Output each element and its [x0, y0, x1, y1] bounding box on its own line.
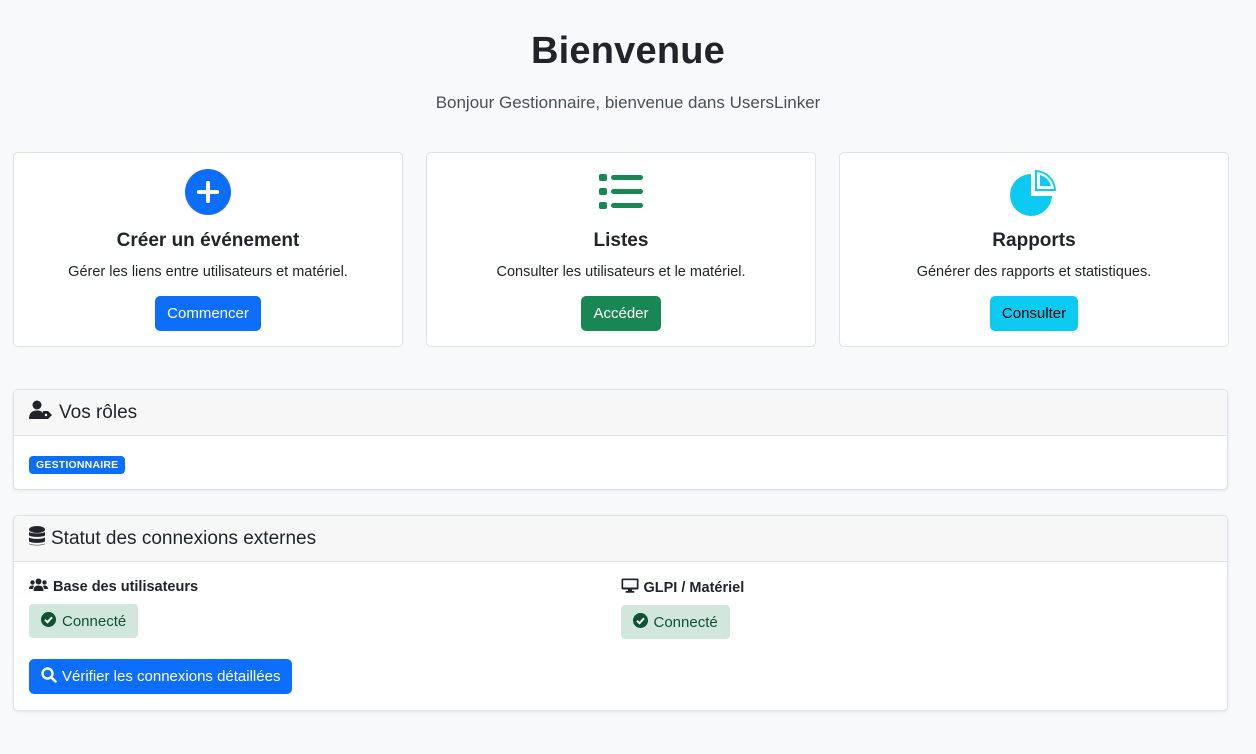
- card-title: Créer un événement: [116, 230, 300, 251]
- roles-panel: Vos rôles GESTIONNAIRE: [13, 389, 1228, 490]
- check-circle-icon: [41, 611, 56, 631]
- users-db-label-row: Base des utilisateurs: [29, 578, 621, 596]
- consult-button[interactable]: Consulter: [989, 296, 1079, 331]
- card-text: Générer des rapports et statistiques.: [916, 264, 1152, 280]
- page-title: Bienvenue: [531, 30, 725, 72]
- users-icon: [29, 578, 48, 596]
- status-columns: Base des utilisateurs Connecté GLPI / Ma…: [14, 562, 1227, 639]
- glpi-status: GLPI / Matériel Connecté: [620, 578, 1213, 639]
- database-icon: [29, 526, 45, 551]
- page-subtitle: Bonjour Gestionnaire, bienvenue dans Use…: [435, 93, 821, 112]
- roles-body: GESTIONNAIRE: [14, 436, 1227, 493]
- card-reports: Rapports Générer des rapports et statist…: [839, 152, 1229, 347]
- action-cards: Créer un événement Gérer les liens entre…: [13, 152, 1229, 347]
- list-icon: [427, 167, 815, 217]
- user-tag-icon: [29, 400, 53, 425]
- search-icon: [41, 666, 57, 687]
- verify-connections-label: Vérifier les connexions détaillées: [62, 668, 281, 685]
- card-create-event: Créer un événement Gérer les liens entre…: [13, 152, 403, 347]
- access-button[interactable]: Accéder: [581, 296, 661, 331]
- card-lists: Listes Consulter les utilisateurs et le …: [426, 152, 816, 347]
- plus-circle-icon: [14, 167, 402, 217]
- glpi-label-row: GLPI / Matériel: [621, 578, 1213, 597]
- users-db-label: Base des utilisateurs: [53, 579, 199, 595]
- desktop-icon: [621, 578, 639, 597]
- roles-panel-header: Vos rôles: [14, 390, 1227, 436]
- start-button[interactable]: Commencer: [155, 296, 261, 331]
- users-db-status-text: Connecté: [62, 612, 127, 630]
- glpi-label: GLPI / Matériel: [643, 579, 745, 596]
- status-panel-header: Statut des connexions externes: [14, 516, 1227, 562]
- roles-title: Vos rôles: [59, 401, 138, 423]
- status-title: Statut des connexions externes: [51, 527, 317, 549]
- glpi-status-text: Connecté: [653, 613, 718, 631]
- welcome-header: Bienvenue Bonjour Gestionnaire, bienvenu…: [0, 0, 1256, 113]
- role-badge: GESTIONNAIRE: [29, 456, 126, 474]
- users-db-status: Base des utilisateurs Connecté: [29, 578, 621, 639]
- card-text: Gérer les liens entre utilisateurs et ma…: [68, 264, 348, 280]
- users-db-connected-badge: Connecté: [29, 604, 139, 638]
- card-title: Rapports: [992, 230, 1076, 251]
- verify-connections-button[interactable]: Vérifier les connexions détaillées: [29, 659, 293, 694]
- pie-chart-icon: [840, 167, 1228, 217]
- card-text: Consulter les utilisateurs et le matérie…: [496, 264, 746, 280]
- connections-status-panel: Statut des connexions externes Base des …: [13, 515, 1228, 711]
- card-title: Listes: [593, 230, 649, 251]
- check-circle-icon: [632, 612, 648, 632]
- glpi-connected-badge: Connecté: [620, 605, 730, 639]
